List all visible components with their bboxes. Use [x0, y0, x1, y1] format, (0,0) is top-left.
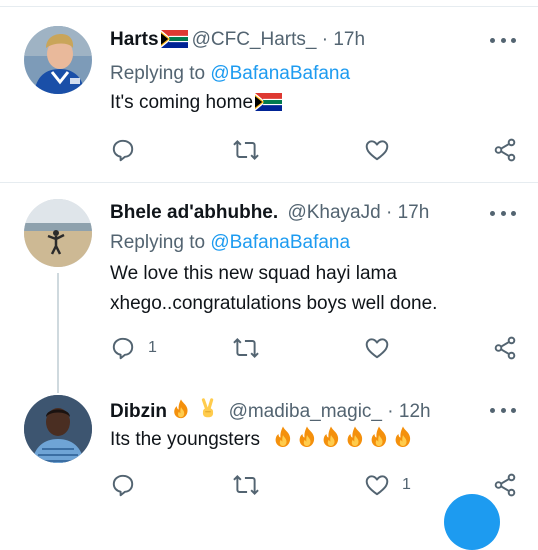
tweet-text-line: xhego..congratulations boys well done.	[110, 293, 438, 314]
replying-to-line: Replying to @BafanaBafana	[110, 62, 350, 86]
reply-button[interactable]	[110, 137, 148, 163]
reply-icon	[112, 139, 134, 162]
retweet-button[interactable]	[232, 472, 260, 498]
action-bar: 1	[110, 335, 520, 361]
retweet-button[interactable]	[232, 335, 260, 361]
user-handle[interactable]: @madiba_magic_	[229, 401, 382, 422]
mention-link[interactable]: @BafanaBafana	[210, 63, 350, 84]
fire-emoji	[170, 398, 192, 424]
replying-to-label: Replying to	[110, 63, 206, 84]
share-button[interactable]	[492, 137, 518, 163]
timestamp[interactable]: 12h	[399, 401, 431, 422]
retweet-icon	[233, 140, 259, 160]
heart-icon	[365, 338, 389, 359]
compose-tweet-button[interactable]	[444, 494, 500, 550]
tweet-text: We love this new squad hayi lama xhego..…	[110, 259, 437, 319]
tweet-header: Bhele ad'abhubhe. @KhayaJd · 17h	[110, 201, 429, 225]
south-africa-flag-icon	[255, 91, 282, 121]
reply-count: 1	[148, 339, 157, 356]
reply-button[interactable]	[110, 472, 148, 498]
tweet-bhele[interactable]: Bhele ad'abhubhe. @KhayaJd · 17h Replyin…	[0, 183, 538, 393]
fire-emoji	[295, 425, 319, 449]
separator-dot: ·	[321, 29, 329, 50]
tweet-text: It's coming home	[110, 88, 282, 121]
share-button[interactable]	[492, 335, 518, 361]
fire-emoji	[391, 425, 415, 449]
mention-link[interactable]: @BafanaBafana	[210, 232, 350, 253]
fire-emoji-row	[271, 425, 415, 459]
like-button[interactable]	[364, 137, 402, 163]
tweet-header: Harts @CFC_Harts_ · 17h	[110, 28, 365, 55]
like-count: 1	[402, 476, 411, 493]
tweet-harts[interactable]: Harts @CFC_Harts_ · 17h Replying to @Bafa…	[0, 0, 538, 182]
display-name[interactable]: Dibzin	[110, 401, 167, 422]
timestamp[interactable]: 17h	[398, 202, 430, 223]
tweet-header: Dibzin @madiba_magic_ · 12h	[110, 398, 431, 424]
fire-emoji	[367, 425, 391, 449]
retweet-icon	[233, 475, 259, 495]
tweet-text-line: We love this new squad hayi lama	[110, 263, 397, 284]
retweet-button[interactable]	[232, 137, 260, 163]
timestamp[interactable]: 17h	[333, 29, 365, 50]
fire-emoji	[319, 425, 343, 449]
tweet-dibzin[interactable]: Dibzin @madiba_magic_ · 12h Its the youn…	[0, 393, 538, 504]
thread-line	[57, 273, 59, 393]
tweet-text-content: Its the youngsters	[110, 429, 260, 450]
display-name[interactable]: Harts	[110, 29, 159, 50]
separator-dot: ·	[387, 401, 394, 422]
fire-emoji	[271, 425, 295, 449]
tweet-text-content: It's coming home	[110, 92, 254, 113]
more-icon[interactable]	[490, 400, 516, 420]
user-handle[interactable]: @CFC_Harts_	[192, 29, 317, 50]
share-icon	[494, 473, 516, 497]
fire-emoji	[343, 425, 367, 449]
share-icon	[494, 138, 516, 162]
share-icon	[494, 336, 516, 360]
avatar[interactable]	[24, 26, 92, 94]
heart-icon	[365, 475, 389, 496]
south-africa-flag-icon	[161, 30, 188, 55]
action-bar: 1	[110, 472, 520, 498]
replying-to-line: Replying to @BafanaBafana	[110, 231, 350, 255]
avatar[interactable]	[24, 395, 92, 463]
share-button[interactable]	[492, 472, 518, 498]
replying-to-label: Replying to	[110, 232, 206, 253]
separator-dot: ·	[385, 202, 393, 223]
action-bar	[110, 137, 520, 163]
avatar[interactable]	[24, 199, 92, 267]
heart-icon	[365, 140, 389, 161]
like-button[interactable]: 1	[364, 472, 411, 498]
display-name[interactable]: Bhele ad'abhubhe.	[110, 202, 278, 223]
retweet-icon	[233, 338, 259, 358]
reply-button[interactable]: 1	[110, 335, 157, 361]
reply-icon	[112, 337, 134, 360]
more-icon[interactable]	[490, 203, 516, 223]
victory-hand-emoji	[197, 398, 219, 424]
more-icon[interactable]	[490, 30, 516, 50]
like-button[interactable]	[364, 335, 402, 361]
tweet-text: Its the youngsters	[110, 425, 415, 459]
reply-icon	[112, 474, 134, 497]
user-handle[interactable]: @KhayaJd	[287, 202, 380, 223]
